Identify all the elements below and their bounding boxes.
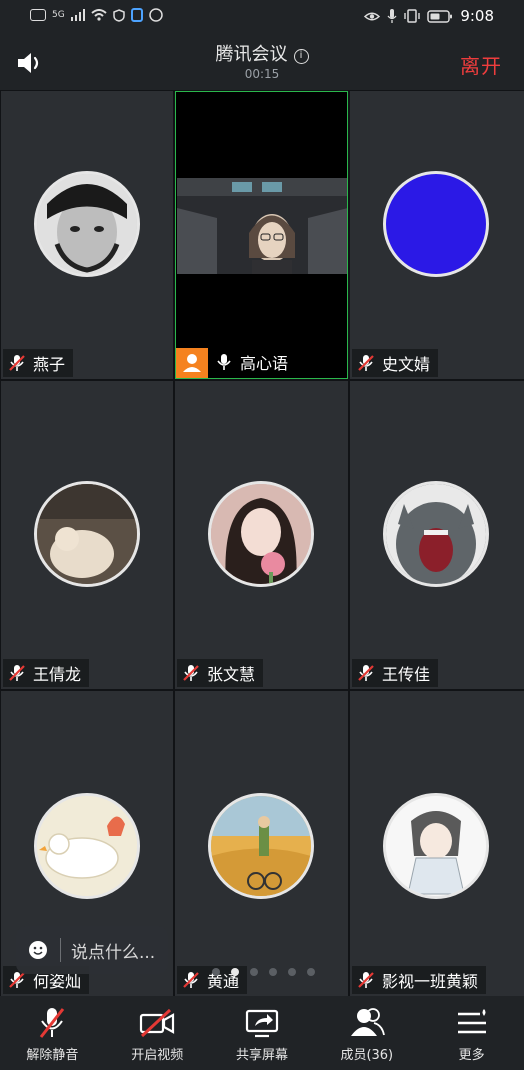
participant-name: 影视一班黄颖: [382, 972, 479, 991]
shield-icon: [112, 8, 125, 22]
participant-name: 高心语: [240, 354, 289, 373]
mic-muted-icon: [9, 355, 25, 371]
participant-name: 王传佳: [382, 665, 431, 684]
more-label: 更多: [458, 1048, 485, 1063]
bottom-toolbar: 解除静音 开启视频 共享屏幕 成员(36) 更多: [0, 996, 524, 1070]
participant-tile[interactable]: 黄通: [175, 691, 348, 996]
hd-icon: [30, 9, 46, 21]
participant-tile[interactable]: 王倩龙: [1, 381, 173, 689]
mic-muted-icon: [358, 972, 374, 988]
chat-input[interactable]: 说点什么...: [16, 926, 168, 974]
page-dot[interactable]: [288, 968, 296, 976]
host-badge: [176, 348, 208, 378]
clock: 9:08: [460, 7, 494, 25]
mic-muted-icon: [358, 665, 374, 681]
emoji-icon[interactable]: [28, 940, 48, 960]
eye-icon: [364, 12, 381, 20]
participant-tile[interactable]: 张文慧: [175, 381, 348, 689]
participant-grid: 燕子 高心语 史文婧 王倩龙 张文慧 王传佳 何姿灿 黄通 影视一班黄颖: [0, 90, 524, 996]
mic-muted-icon: [183, 665, 199, 681]
avatar: [34, 171, 140, 277]
page-dot[interactable]: [250, 968, 258, 976]
meeting-title-text: 腾讯会议: [215, 44, 288, 65]
more-button[interactable]: 更多: [419, 996, 524, 1070]
participant-tile[interactable]: 史文婧: [350, 91, 524, 379]
participant-name: 史文婧: [382, 355, 431, 374]
unmute-button[interactable]: 解除静音: [0, 996, 105, 1070]
mic-status-icon: [387, 8, 397, 23]
nfc-icon: [130, 8, 143, 22]
mic-muted-icon: [183, 972, 199, 988]
participant-name: 王倩龙: [33, 665, 82, 684]
leave-button[interactable]: 离开: [460, 50, 502, 79]
meeting-title[interactable]: 腾讯会议 i: [0, 40, 524, 66]
name-tag: 张文慧: [177, 659, 264, 687]
participant-name: 燕子: [33, 355, 66, 374]
share-screen-icon: [245, 1009, 279, 1038]
participant-tile[interactable]: 影视一班黄颖: [350, 691, 524, 996]
menu-icon: [457, 1009, 486, 1034]
mic-on-icon: [217, 354, 231, 370]
name-tag: 高心语: [210, 348, 296, 376]
video-off-icon: [140, 1008, 175, 1038]
page-dot[interactable]: [269, 968, 277, 976]
video-feed: [177, 178, 347, 274]
name-tag: 王倩龙: [3, 659, 90, 687]
page-dot[interactable]: [212, 968, 220, 976]
participant-name: 张文慧: [207, 665, 256, 684]
divider: [60, 938, 61, 962]
members-label: 成员(36): [340, 1048, 394, 1063]
share-screen-button[interactable]: 共享屏幕: [210, 996, 315, 1070]
members-icon: [350, 1008, 385, 1036]
network-label: 5G: [52, 10, 65, 20]
meeting-timer: 00:15: [244, 67, 280, 81]
app-icon: [148, 8, 163, 22]
participant-tile-active[interactable]: 高心语: [175, 91, 348, 379]
name-tag: 燕子: [3, 349, 74, 377]
participant-tile[interactable]: 燕子: [1, 91, 173, 379]
chat-placeholder: 说点什么...: [71, 942, 156, 963]
signal-icon: [70, 9, 85, 21]
avatar: [34, 481, 140, 587]
vibrate-icon: [404, 9, 421, 23]
start-video-button[interactable]: 开启视频: [105, 996, 210, 1070]
status-bar: 5G 9:08: [0, 0, 524, 34]
members-button[interactable]: 成员(36): [314, 996, 419, 1070]
avatar: [208, 793, 314, 899]
avatar: [383, 171, 489, 277]
share-screen-label: 共享屏幕: [235, 1048, 288, 1063]
avatar: [383, 793, 489, 899]
page-dot-active[interactable]: [231, 968, 239, 976]
battery-icon: [427, 9, 453, 23]
page-indicator[interactable]: [212, 968, 315, 976]
unmute-label: 解除静音: [26, 1048, 79, 1063]
info-icon[interactable]: i: [293, 49, 309, 64]
meeting-header: 腾讯会议 i 00:15 离开: [0, 34, 524, 90]
avatar: [34, 793, 140, 899]
name-tag: 王传佳: [352, 659, 439, 687]
avatar: [208, 481, 314, 587]
name-tag: 影视一班黄颖: [352, 966, 487, 994]
start-video-label: 开启视频: [131, 1048, 184, 1063]
mic-muted-icon: [9, 665, 25, 681]
page-dot[interactable]: [307, 968, 315, 976]
wifi-icon: [91, 9, 107, 21]
participant-tile[interactable]: 王传佳: [350, 381, 524, 689]
mic-muted-icon: [358, 355, 374, 371]
mic-muted-icon: [40, 1008, 65, 1038]
avatar: [383, 481, 489, 587]
name-tag: 史文婧: [352, 349, 439, 377]
